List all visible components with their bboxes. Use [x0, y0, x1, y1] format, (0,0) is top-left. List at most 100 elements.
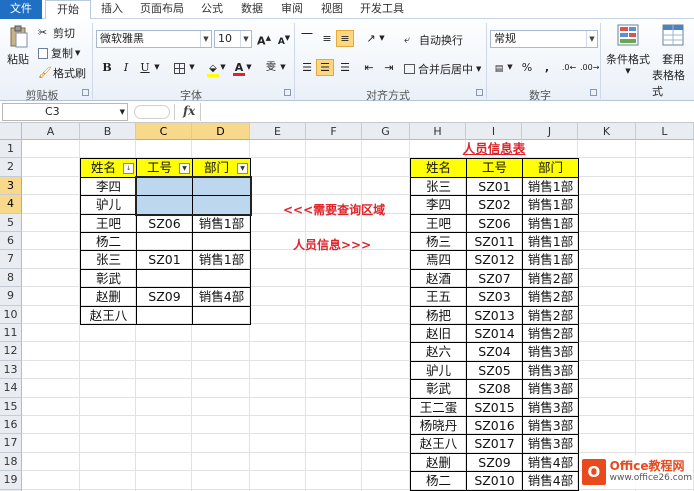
row-header-11[interactable]: 11	[0, 324, 22, 343]
lookup-dept-cell[interactable]	[192, 232, 251, 252]
lookup-dept-cell[interactable]: 销售1部	[192, 250, 251, 270]
align-right-button[interactable]: ☰	[336, 59, 354, 76]
info-name-cell[interactable]: 张三	[410, 176, 467, 197]
align-top-button[interactable]: ⎺	[298, 30, 316, 47]
tab-developer[interactable]: 开发工具	[354, 0, 410, 19]
lookup-id-cell[interactable]	[136, 176, 193, 197]
info-header-cell[interactable]: 部门	[522, 158, 579, 178]
column-header-c[interactable]: C	[136, 123, 192, 140]
row-header-12[interactable]: 12	[0, 342, 22, 361]
info-name-cell[interactable]: 赵酒	[410, 268, 467, 289]
info-id-cell[interactable]: SZ016	[466, 416, 523, 436]
lookup-header-cell[interactable]: 姓名 ↓	[80, 158, 137, 178]
select-all-corner[interactable]	[0, 123, 22, 140]
info-id-cell[interactable]: SZ06	[466, 213, 523, 233]
column-header-l[interactable]: L	[636, 123, 694, 140]
lookup-id-cell[interactable]: SZ06	[136, 213, 193, 233]
sort-filter-icon[interactable]: ↓	[123, 163, 134, 175]
chevron-down-icon[interactable]: ▼	[377, 30, 387, 47]
lookup-id-cell[interactable]	[136, 195, 193, 215]
info-id-cell[interactable]: SZ02	[466, 195, 523, 215]
info-dept-cell[interactable]: 销售2部	[522, 305, 579, 325]
info-name-cell[interactable]: 赵王八	[410, 434, 467, 454]
align-center-button[interactable]: ☰	[316, 59, 334, 76]
cut-button[interactable]: ✂ 剪切	[38, 25, 75, 41]
chevron-down-icon[interactable]: ▼	[218, 59, 228, 76]
tab-review[interactable]: 审阅	[274, 0, 310, 19]
column-header-g[interactable]: G	[362, 123, 410, 140]
info-dept-cell[interactable]: 销售3部	[522, 434, 579, 454]
row-header-16[interactable]: 16	[0, 416, 22, 435]
column-header-k[interactable]: K	[578, 123, 636, 140]
insert-function-button[interactable]: fx	[183, 104, 195, 118]
info-name-cell[interactable]: 杨二	[410, 471, 467, 491]
lookup-dept-cell[interactable]	[192, 195, 251, 215]
lookup-name-cell[interactable]: 驴儿	[80, 195, 137, 215]
lookup-id-cell[interactable]	[136, 268, 193, 289]
grow-font-button[interactable]: A▲	[255, 30, 273, 48]
number-format-select[interactable]: 常规 ▼	[490, 30, 598, 48]
info-name-cell[interactable]: 杨晓丹	[410, 416, 467, 436]
lookup-name-cell[interactable]: 张三	[80, 250, 137, 270]
tab-data[interactable]: 数据	[234, 0, 270, 19]
info-name-cell[interactable]: 赵旧	[410, 324, 467, 344]
info-id-cell[interactable]: SZ01	[466, 176, 523, 197]
tab-home[interactable]: 开始	[45, 0, 91, 20]
info-name-cell[interactable]: 王五	[410, 287, 467, 307]
info-dept-cell[interactable]: 销售4部	[522, 471, 579, 491]
row-header-15[interactable]: 15	[0, 397, 22, 416]
tab-file[interactable]: 文件	[0, 0, 42, 19]
info-dept-cell[interactable]: 销售1部	[522, 213, 579, 233]
info-id-cell[interactable]: SZ010	[466, 471, 523, 491]
percent-button[interactable]: %	[518, 59, 536, 76]
info-name-cell[interactable]: 王吧	[410, 213, 467, 233]
info-name-cell[interactable]: 赵删	[410, 452, 467, 473]
info-name-cell[interactable]: 李四	[410, 195, 467, 215]
italic-button[interactable]: I	[117, 59, 135, 76]
chevron-down-icon[interactable]: ▼	[244, 59, 254, 76]
info-id-cell[interactable]: SZ013	[466, 305, 523, 325]
font-launcher-icon[interactable]	[284, 89, 291, 96]
info-id-cell[interactable]: SZ017	[466, 434, 523, 454]
formula-input[interactable]	[200, 103, 692, 121]
row-header-5[interactable]: 5	[0, 213, 22, 232]
font-name-select[interactable]: 微软雅黑 ▼	[96, 30, 212, 48]
info-header-cell[interactable]: 姓名	[410, 158, 467, 178]
chevron-down-icon[interactable]: ▼	[505, 59, 515, 76]
tab-insert[interactable]: 插入	[94, 0, 130, 19]
row-header-8[interactable]: 8	[0, 268, 22, 288]
row-header-19[interactable]: 19	[0, 471, 22, 490]
increase-decimal-button[interactable]: .0←	[560, 59, 578, 76]
info-id-cell[interactable]: SZ09	[466, 452, 523, 473]
info-name-cell[interactable]: 赵六	[410, 342, 467, 362]
info-dept-cell[interactable]: 销售1部	[522, 232, 579, 252]
info-dept-cell[interactable]: 销售4部	[522, 452, 579, 473]
info-dept-cell[interactable]: 销售1部	[522, 176, 579, 197]
number-launcher-icon[interactable]	[590, 89, 597, 96]
info-id-cell[interactable]: SZ011	[466, 232, 523, 252]
merge-center-button[interactable]: 合并后居中 ▼	[404, 61, 481, 77]
lookup-name-cell[interactable]: 赵删	[80, 287, 137, 307]
row-header-13[interactable]: 13	[0, 360, 22, 380]
lookup-id-cell[interactable]: SZ01	[136, 250, 193, 270]
conditional-formatting-button[interactable]: 条件格式 ▼	[604, 23, 652, 75]
shrink-font-button[interactable]: A▼	[275, 30, 293, 47]
chevron-down-icon[interactable]: ▼	[187, 59, 197, 76]
filter-dropdown-icon[interactable]: ▼	[179, 163, 190, 175]
row-header-17[interactable]: 17	[0, 434, 22, 453]
info-dept-cell[interactable]: 销售3部	[522, 397, 579, 417]
info-dept-cell[interactable]: 销售1部	[522, 195, 579, 215]
row-header-2[interactable]: 2	[0, 158, 22, 177]
info-name-cell[interactable]: 杨三	[410, 232, 467, 252]
font-size-select[interactable]: 10 ▼	[214, 30, 252, 48]
lookup-dept-cell[interactable]	[192, 305, 251, 325]
info-id-cell[interactable]: SZ012	[466, 250, 523, 270]
info-dept-cell[interactable]: 销售3部	[522, 379, 579, 399]
alignment-launcher-icon[interactable]	[476, 89, 483, 96]
lookup-name-cell[interactable]: 赵王八	[80, 305, 137, 325]
borders-button[interactable]	[170, 59, 188, 76]
info-name-cell[interactable]: 驴儿	[410, 360, 467, 381]
column-header-i[interactable]: I	[466, 123, 522, 140]
bold-button[interactable]: B	[98, 59, 116, 76]
paste-button[interactable]: 粘贴	[6, 25, 30, 67]
